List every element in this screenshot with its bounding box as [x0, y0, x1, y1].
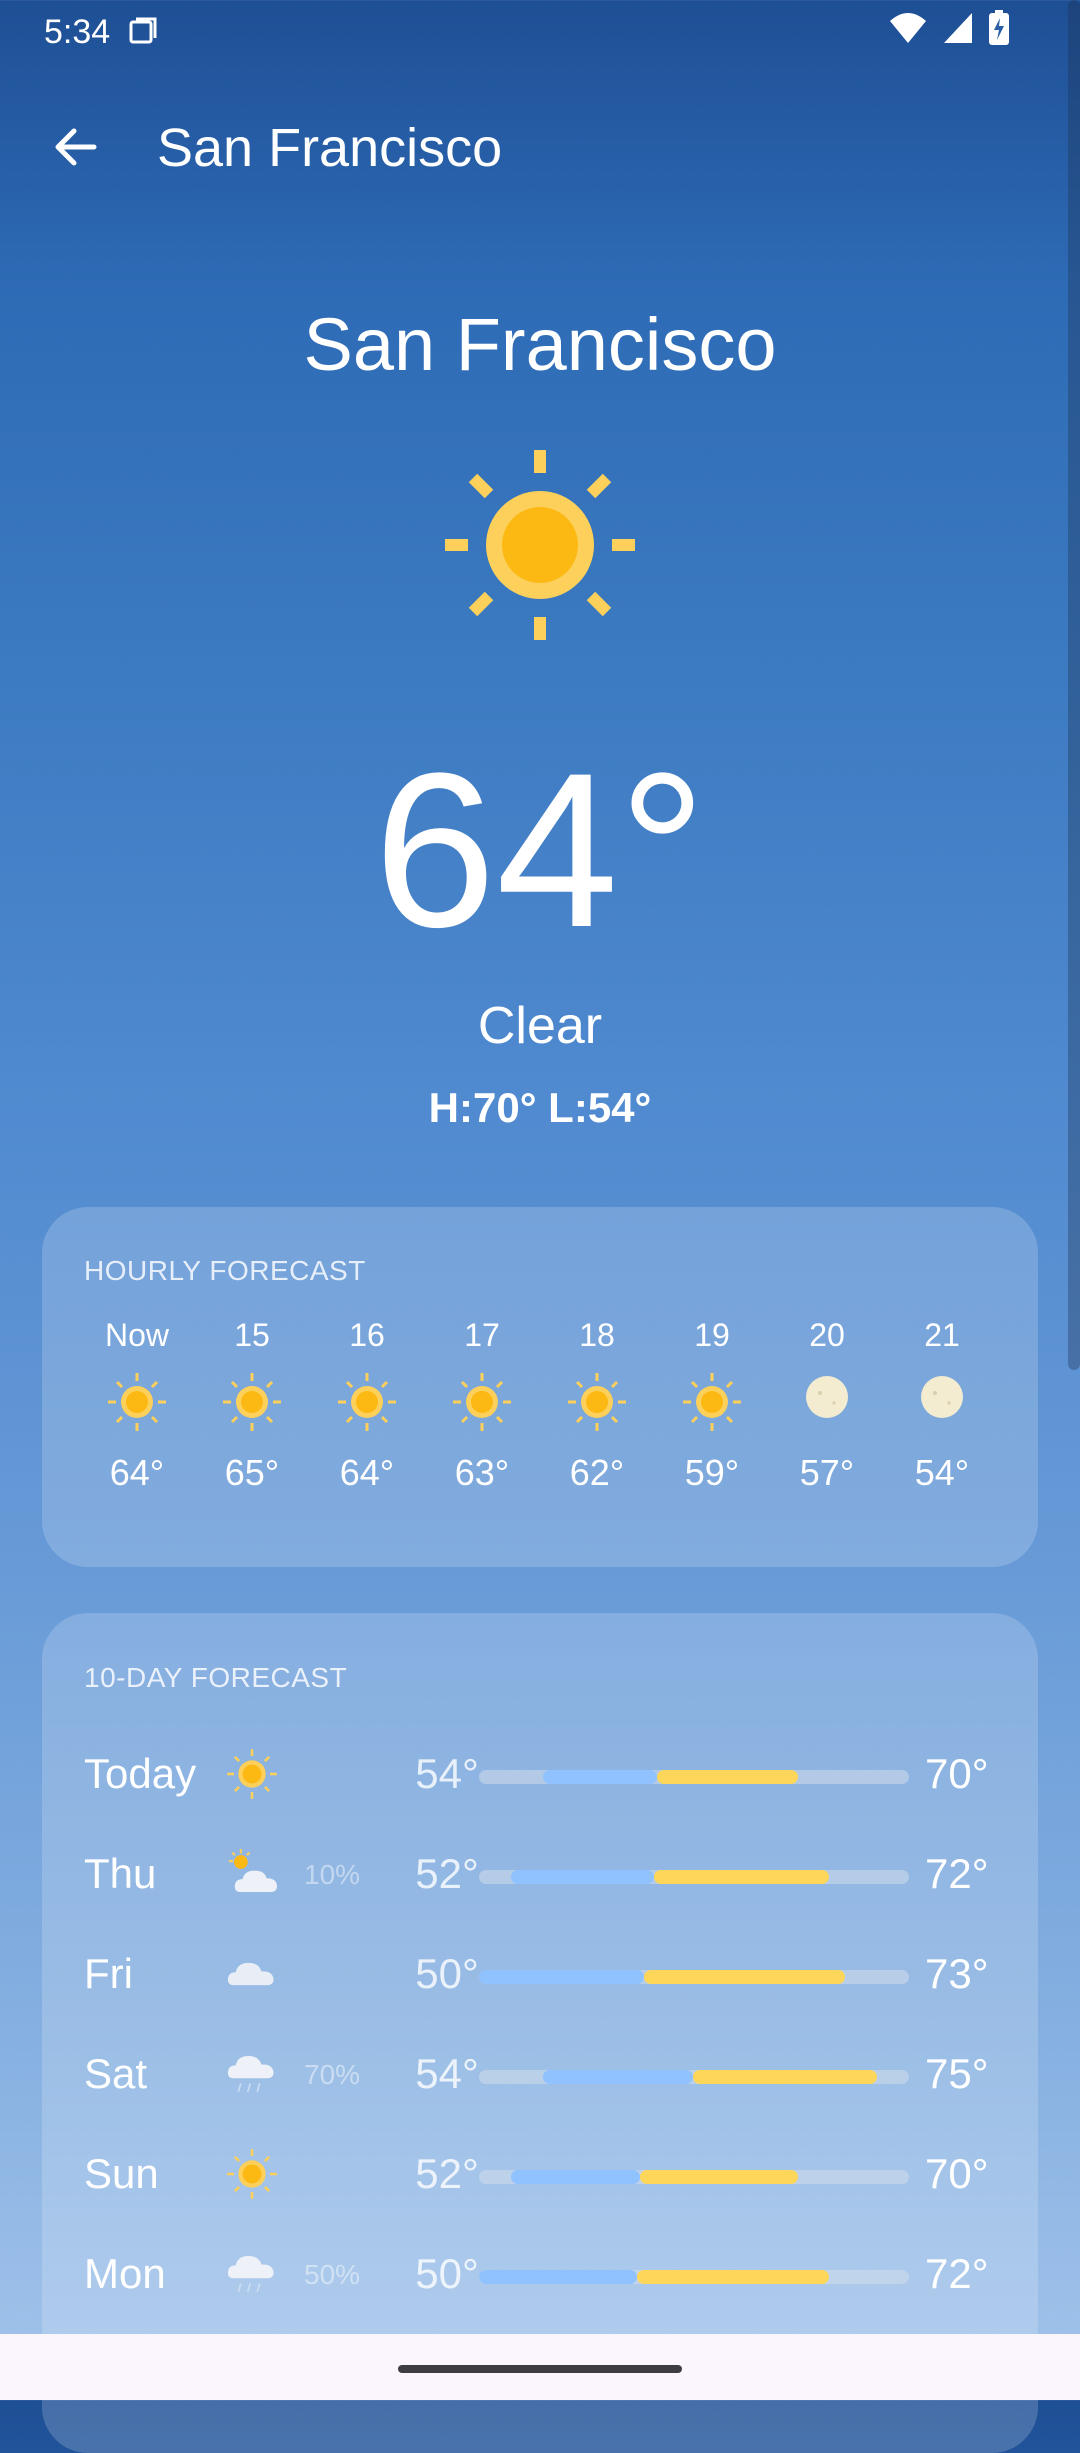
scrollbar[interactable] — [1068, 0, 1080, 1370]
hourly-temperature: 54° — [914, 1452, 970, 1493]
daily-high-temperature: 70° — [925, 1750, 989, 1797]
battery-charging-icon — [989, 10, 1009, 45]
status-time: 5:34 — [44, 13, 111, 51]
daily-forecast-row[interactable]: Thu 10% 52° 72° — [42, 1834, 1038, 1914]
sun-icon — [440, 445, 640, 645]
moon-icon — [792, 1367, 862, 1437]
hourly-temperature: 59° — [684, 1452, 740, 1493]
hourly-forecast-card[interactable]: HOURLY FORECAST Now 64° 15 65° 16 64° 17… — [42, 1207, 1038, 1567]
temperature-range-cool — [542, 1770, 658, 1784]
rain-icon — [222, 2044, 282, 2104]
temperature-range-warm — [693, 2070, 878, 2084]
hourly-temperature: 57° — [799, 1452, 855, 1493]
hourly-time: 17 — [464, 1317, 500, 1353]
app-bar-title: San Francisco — [157, 118, 503, 178]
daily-day-name: Thu — [84, 1850, 157, 1897]
temperature-range-cool — [510, 1870, 655, 1884]
sun-icon — [447, 1367, 517, 1437]
temperature-range-warm — [657, 1770, 798, 1784]
hourly-temperature: 64° — [109, 1452, 165, 1493]
daily-high-temperature: 72° — [925, 2250, 989, 2297]
rain-icon — [222, 2244, 282, 2304]
city-name: San Francisco — [303, 303, 777, 386]
hourly-temperature: 65° — [224, 1452, 280, 1493]
temperature-range-bar — [479, 1970, 909, 1984]
temperature-range-warm — [654, 1870, 830, 1884]
ten-day-forecast-card[interactable]: 10-DAY FORECAST Today 54° 70° Thu 10% 52… — [42, 1613, 1038, 2453]
temperature-range-cool — [479, 2270, 637, 2284]
temperature-range-bar — [479, 1770, 909, 1784]
hourly-item: 17 63° — [427, 1315, 537, 1495]
sun-icon — [562, 1367, 632, 1437]
current-temperature: 64° — [373, 727, 707, 973]
sun-icon — [217, 1367, 287, 1437]
temperature-range-warm — [636, 2270, 830, 2284]
signal-icon — [944, 13, 972, 43]
hourly-time: 16 — [349, 1317, 385, 1353]
daily-high-temperature: 70° — [925, 2150, 989, 2197]
hourly-time: 20 — [809, 1317, 845, 1353]
hourly-time: 15 — [234, 1317, 270, 1353]
hourly-time: 18 — [579, 1317, 615, 1353]
temperature-range-bar — [479, 2070, 909, 2084]
hourly-temperature: 64° — [339, 1452, 395, 1493]
sun-icon — [222, 2144, 282, 2204]
daily-day-name: Sun — [84, 2150, 159, 2197]
hourly-time: 19 — [694, 1317, 730, 1353]
daily-forecast-row[interactable]: Mon 50% 50° 72° — [42, 2234, 1038, 2314]
sun-icon — [102, 1367, 172, 1437]
back-button[interactable] — [40, 112, 110, 182]
daily-high-temperature: 75° — [925, 2050, 989, 2097]
wifi-icon — [890, 13, 926, 43]
daily-day-name: Sat — [84, 2050, 148, 2097]
daily-forecast-row[interactable]: Sat 70% 54° 75° — [42, 2034, 1038, 2114]
home-gesture-handle[interactable] — [398, 2365, 682, 2373]
daily-day-name: Mon — [84, 2250, 166, 2297]
hourly-item: 20 57° — [772, 1315, 882, 1495]
temperature-range-bar — [479, 2270, 909, 2284]
hourly-item: 19 59° — [657, 1315, 767, 1495]
hourly-forecast-title: HOURLY FORECAST — [84, 1255, 366, 1286]
daily-day-name: Today — [84, 1750, 197, 1797]
ten-day-forecast-title: 10-DAY FORECAST — [84, 1662, 348, 1693]
temperature-range-cool — [479, 1970, 644, 1984]
sun-icon — [222, 1744, 282, 1804]
cloud-icon — [222, 1944, 282, 2004]
daily-high-temperature: 73° — [925, 1950, 989, 1997]
hourly-item: 16 64° — [312, 1315, 422, 1495]
temperature-range-bar — [479, 2170, 909, 2184]
partly-cloudy-icon — [222, 1844, 282, 1904]
status-icons — [888, 10, 1010, 46]
current-condition: Clear — [477, 997, 603, 1055]
hourly-item: 21 54° — [887, 1315, 997, 1495]
hourly-time: 21 — [924, 1317, 960, 1353]
temperature-range-warm — [639, 2170, 798, 2184]
sun-icon — [677, 1367, 747, 1437]
moon-icon — [907, 1367, 977, 1437]
temperature-range-cool — [542, 2070, 694, 2084]
hourly-time: Now — [104, 1317, 169, 1353]
temperature-range-cool — [510, 2170, 640, 2184]
hourly-item: 15 65° — [197, 1315, 307, 1495]
hourly-item: 18 62° — [542, 1315, 652, 1495]
daily-forecast-row[interactable]: Today 54° 70° — [42, 1734, 1038, 1814]
hourly-temperature: 62° — [569, 1452, 625, 1493]
arrow-back-icon — [55, 128, 97, 166]
sun-icon — [332, 1367, 402, 1437]
temperature-range-warm — [643, 1970, 846, 1984]
daily-forecast-row[interactable]: Sun 52° 70° — [42, 2134, 1038, 2214]
hourly-temperature: 63° — [454, 1452, 510, 1493]
daily-high-temperature: 72° — [925, 1850, 989, 1897]
daily-day-name: Fri — [84, 1950, 133, 1997]
temperature-range-bar — [479, 1870, 909, 1884]
daily-forecast-row[interactable]: Fri 50° 73° — [42, 1934, 1038, 2014]
high-low-temperature: H:70° L:54° — [428, 1084, 652, 1131]
screenshot-notification-icon — [128, 16, 158, 46]
hourly-item: Now 64° — [82, 1315, 192, 1495]
